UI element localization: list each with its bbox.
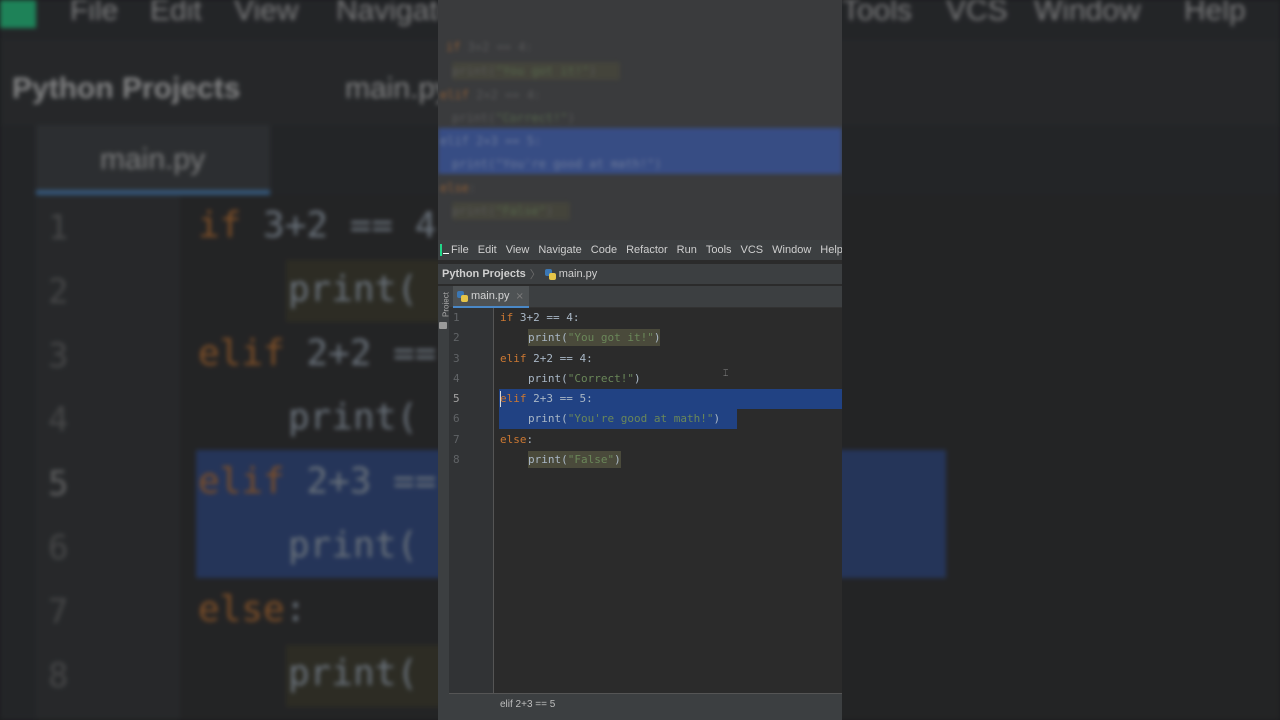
line-number: 8 [453,453,460,466]
bg-line-number: 3 [48,336,69,376]
editor-tab-bar: main.py × [449,286,842,308]
bg-tab-label: main.py [100,143,206,176]
code-line-5[interactable]: elif 2+3 == 5: [500,389,593,409]
status-context: elif 2+3 == 5 [500,699,556,710]
bg-crumb-file: main.py [345,72,451,105]
line-number: 1 [453,311,460,324]
line-number: 2 [453,331,460,344]
code-editor[interactable]: if 3+2 == 4: print("You got it!") elif 2… [495,308,842,693]
preview-code-line: print("You're good at math!") [452,157,662,171]
breadcrumb-file-label: main.py [558,268,598,280]
tab-main-py[interactable]: main.py × [453,286,529,308]
bg-menu-tools: Tools [842,0,913,27]
preview-code-line: elif 2+2 == 4: [440,88,542,102]
bg-line-number: 6 [48,528,69,568]
line-number-gutter: 1 2 3 4 5 6 7 8 [449,308,494,693]
bg-code-line: print( [288,269,419,310]
line-number-current: 5 [453,392,460,405]
ide-window: if 3+2 == 4: print("You got it!") elif 2… [438,0,842,720]
line-number: 7 [453,433,460,446]
tab-label: main.py [471,290,510,302]
menu-view[interactable]: View [506,244,530,256]
menu-file[interactable]: File [451,244,469,256]
code-line-3[interactable]: elif 2+2 == 4: [500,349,593,369]
pycharm-app-icon[interactable] [440,244,449,256]
code-line-8[interactable]: print("False") [528,450,621,470]
bg-code-line: if 3+2 == 4: [198,205,459,246]
bg-menu-help: Help [1184,0,1246,27]
bg-app-logo [0,0,36,28]
breadcrumb-project[interactable]: Python Projects [442,268,526,280]
menu-refactor[interactable]: Refactor [626,244,668,256]
breadcrumb: Python Projects 〉 main.py [438,264,842,284]
python-file-icon [544,268,556,280]
line-number: 3 [453,352,460,365]
menu-window[interactable]: Window [772,244,811,256]
status-bar: elif 2+3 == 5 [449,693,842,720]
bg-menu-view: View [234,0,299,27]
bg-menu-vcs: VCS [946,0,1008,27]
preview-code-line: print("Correct!") [452,111,575,125]
bg-crumb-project: Python Projects [12,72,241,105]
code-line-7[interactable]: else: [500,430,533,450]
code-line-6[interactable]: print("You're good at math!") [528,409,720,429]
bg-line-number: 5 [48,464,69,504]
faded-preview-content: if 3+2 == 4: print("You got it!") elif 2… [438,0,842,240]
preview-code-line: print("You got it!") [452,64,597,78]
bg-menu-edit: Edit [150,0,202,27]
code-line-1[interactable]: if 3+2 == 4: [500,308,579,328]
bg-menu-navigate: Navigate [336,0,455,27]
menu-navigate[interactable]: Navigate [538,244,581,256]
menu-tools[interactable]: Tools [706,244,732,256]
bg-menu-window: Window [1034,0,1141,27]
python-file-icon [457,290,468,302]
bg-line-number: 8 [48,656,69,696]
preview-code-line: print("False") [452,204,554,218]
text-cursor-icon: ⌶ [723,369,729,379]
code-line-2[interactable]: print("You got it!") [528,328,661,348]
menu-run[interactable]: Run [677,244,697,256]
menu-help[interactable]: Help [820,244,842,256]
bg-line-number: 4 [48,400,69,440]
menu-bar: File Edit View Navigate Code Refactor Ru… [438,240,842,260]
bg-code-line: print( [288,525,419,566]
preview-code-line: else: [440,181,477,195]
bg-code-line: else: [198,589,307,630]
bg-line-number: 1 [48,208,69,248]
bg-code-line: print( [288,397,419,438]
breadcrumb-file[interactable]: main.py [544,268,598,280]
menu-vcs[interactable]: VCS [741,244,764,256]
bg-code-line: print( [288,653,419,694]
bg-line-number: 2 [48,272,69,312]
bg-side-strip [0,125,36,720]
project-tool-strip[interactable] [438,286,449,720]
close-icon[interactable]: × [516,291,524,302]
preview-code-line: if 3+2 == 4: [446,40,533,54]
line-number: 6 [453,412,460,425]
text-caret [500,391,501,407]
preview-code-line: elif 2+3 == 5: [440,134,542,148]
folder-icon[interactable] [439,322,447,329]
faded-preview: if 3+2 == 4: print("You got it!") elif 2… [438,0,842,240]
bg-line-number: 7 [48,592,69,632]
bg-menu-file: File [70,0,119,27]
breadcrumb-separator: 〉 [529,269,541,281]
line-number: 4 [453,372,460,385]
menu-edit[interactable]: Edit [478,244,497,256]
menu-code[interactable]: Code [591,244,617,256]
code-line-4[interactable]: print("Correct!") [528,369,641,389]
